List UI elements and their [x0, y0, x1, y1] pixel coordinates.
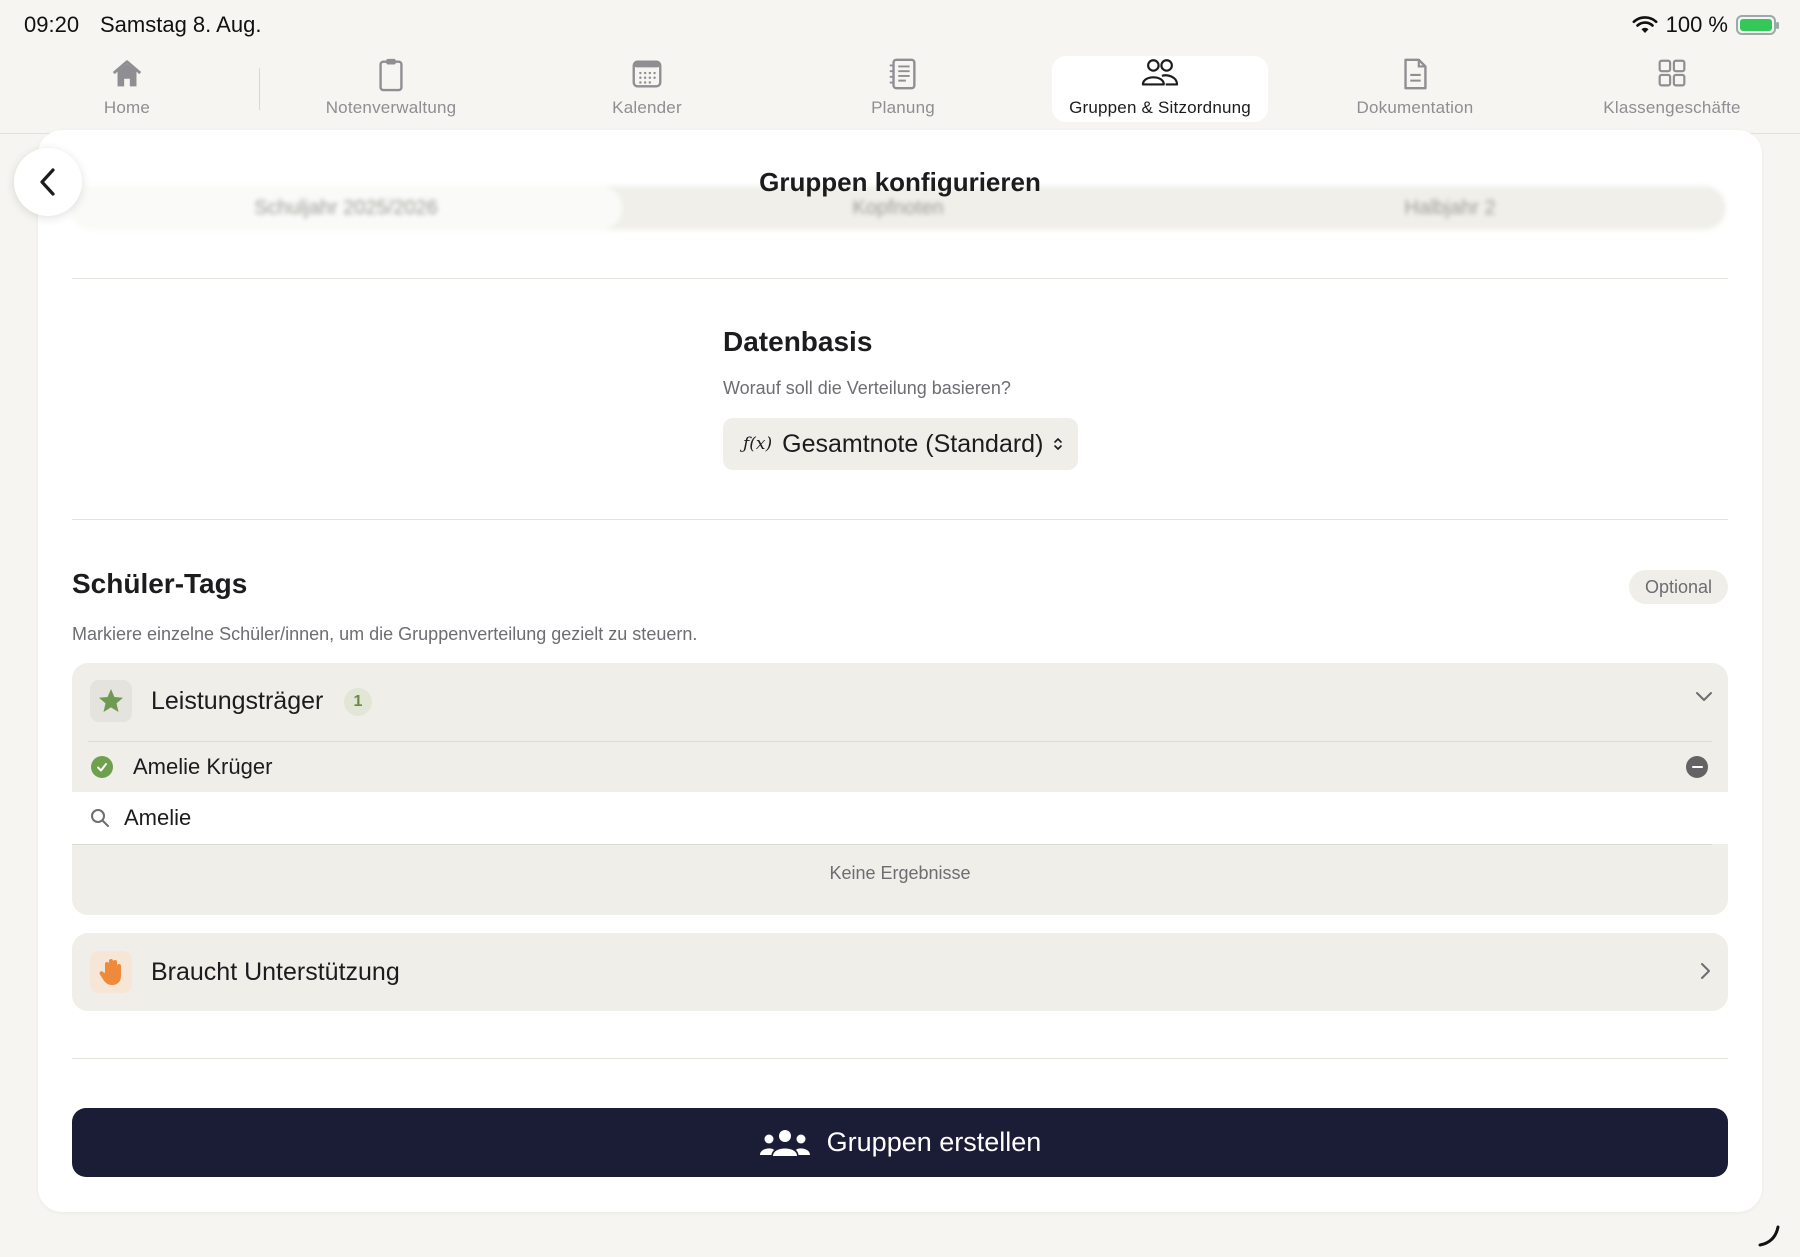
chevron-right-icon	[1701, 963, 1710, 979]
tag-icon-box	[90, 951, 132, 993]
schueler-tags-title: Schüler-Tags	[72, 568, 248, 599]
tab-dokumentation[interactable]: Dokumentation	[1350, 56, 1480, 122]
tag-name: Braucht Unterstützung	[151, 958, 400, 986]
tab-divider	[259, 68, 260, 110]
create-groups-button[interactable]: Gruppen erstellen	[72, 1108, 1728, 1177]
optional-badge: Optional	[1629, 570, 1728, 604]
status-right: 100 %	[1632, 12, 1779, 38]
tag-name: Leistungsträger	[151, 687, 324, 715]
remove-member-button[interactable]	[1686, 756, 1708, 778]
tab-label: Gruppen & Sitzordnung	[1069, 98, 1251, 117]
tag-icon-box	[90, 680, 132, 722]
tag-group-braucht-unterstuetzung[interactable]: Braucht Unterstützung	[72, 933, 1728, 1011]
divider	[72, 519, 1728, 520]
tab-notenverwaltung[interactable]: Notenverwaltung	[308, 56, 474, 122]
clipboard-icon	[379, 58, 403, 92]
tab-label: Kalender	[612, 98, 682, 117]
status-bar: 09:20 Samstag 8. Aug. 100 %	[0, 0, 1800, 50]
datenbasis-select[interactable]: ƒ(x) Gesamtnote (Standard)	[723, 418, 1078, 470]
datenbasis-subtitle: Worauf soll die Verteilung basieren?	[723, 378, 1011, 398]
tab-planung[interactable]: Planung	[855, 56, 951, 122]
datenbasis-title: Datenbasis	[723, 326, 873, 357]
notebook-icon	[889, 58, 916, 90]
tab-gruppen-sitzordnung[interactable]: Gruppen & Sitzordnung	[1052, 56, 1268, 122]
top-tab-bar: Home Notenverwaltung Kalender Planung Gr…	[0, 50, 1800, 134]
document-icon	[1404, 58, 1427, 90]
grid-icon	[1658, 59, 1686, 87]
battery-percent: 100 %	[1665, 12, 1728, 37]
people-icon	[1141, 59, 1179, 86]
tag-count-badge: 1	[344, 688, 372, 716]
group-icon	[759, 1129, 810, 1156]
page-title: Gruppen konfigurieren	[759, 167, 1041, 197]
tag-member-row: Amelie Krüger	[72, 742, 1728, 792]
no-results-text: Keine Ergebnisse	[829, 863, 971, 883]
battery-icon	[1736, 15, 1779, 35]
search-icon	[91, 809, 109, 827]
member-search-row	[72, 792, 1728, 844]
create-groups-label: Gruppen erstellen	[826, 1127, 1042, 1157]
tab-label: Notenverwaltung	[325, 98, 457, 117]
wifi-icon	[1632, 16, 1658, 33]
divider	[72, 278, 1728, 279]
divider	[72, 844, 1712, 845]
tag-header-leistungstraeger[interactable]: Leistungsträger 1	[72, 663, 1728, 741]
schueler-tags-subtitle: Markiere einzelne Schüler/innen, um die …	[72, 624, 698, 644]
member-search-input[interactable]	[124, 799, 1704, 837]
tag-group-leistungstraeger: Leistungsträger 1 Amelie Krüger Keine Er…	[72, 663, 1728, 915]
tab-home[interactable]: Home	[77, 56, 177, 122]
status-date: Samstag 8. Aug.	[100, 12, 262, 37]
hand-icon	[99, 959, 121, 985]
member-name: Amelie Krüger	[133, 754, 273, 779]
divider	[72, 1058, 1728, 1059]
tab-kalender[interactable]: Kalender	[590, 56, 704, 122]
tab-klassengeschaefte[interactable]: Klassengeschäfte	[1598, 56, 1746, 122]
status-time: 09:20	[24, 12, 80, 37]
calendar-icon	[632, 60, 662, 88]
tab-label: Home	[103, 98, 151, 117]
chevron-down-icon	[1696, 692, 1712, 701]
datenbasis-value: Gesamtnote (Standard)	[782, 429, 1044, 458]
tab-label: Dokumentation	[1356, 98, 1474, 117]
resize-handle-icon	[1758, 1225, 1780, 1247]
star-icon	[99, 689, 123, 712]
function-icon: ƒ(x)	[743, 434, 773, 454]
chevron-updown-icon	[1054, 438, 1063, 450]
tab-label: Klassengeschäfte	[1603, 98, 1741, 117]
checkmark-icon	[91, 756, 113, 778]
tab-label: Planung	[871, 98, 935, 117]
house-icon	[112, 60, 142, 87]
